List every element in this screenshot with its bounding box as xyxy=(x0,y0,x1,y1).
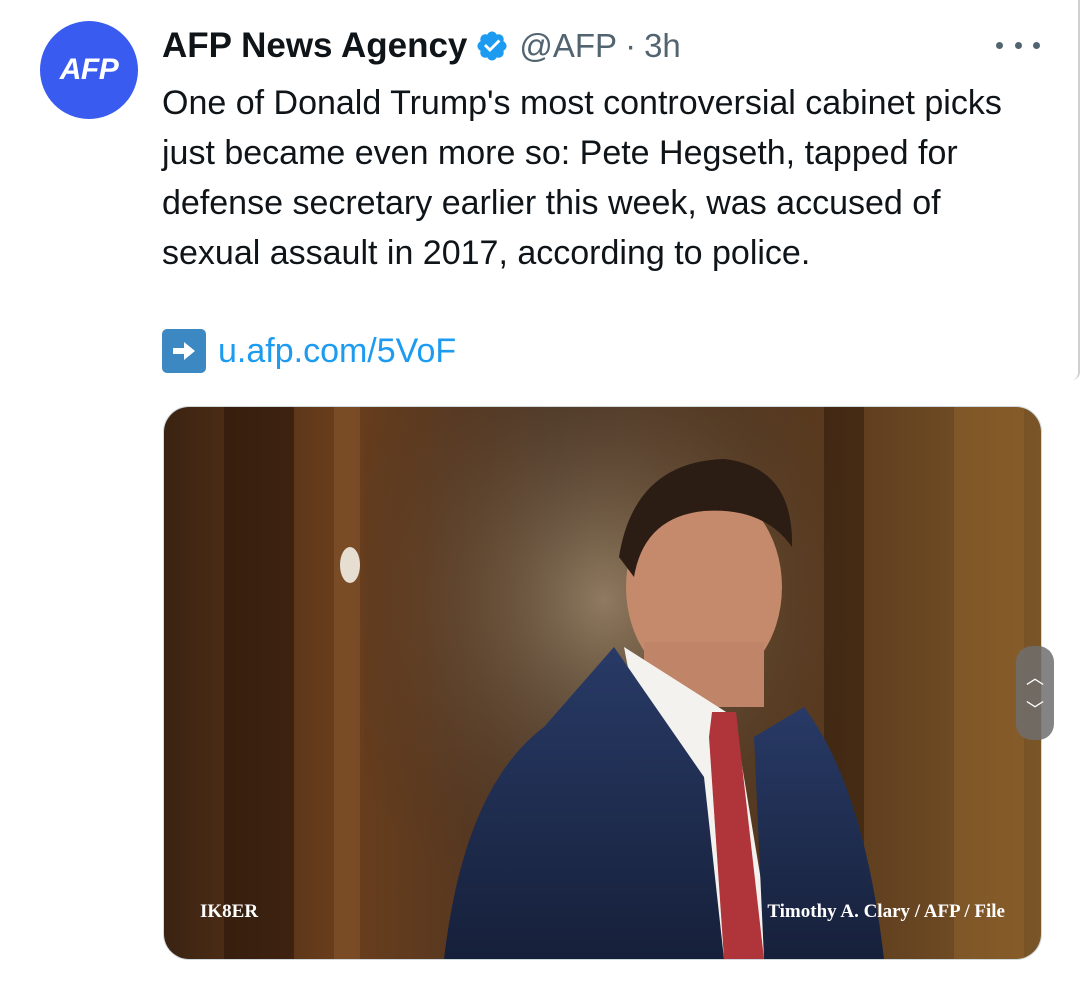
verified-badge-icon xyxy=(477,31,507,61)
avatar-label: AFP xyxy=(59,53,119,86)
tweet-card[interactable]: AFP AFP News Agency @AFP · 3h One of Don… xyxy=(0,0,1080,990)
tweet-link[interactable]: u.afp.com/5VoF xyxy=(218,332,456,371)
panel-edge xyxy=(1072,0,1080,380)
chevron-up-icon[interactable]: ︿ xyxy=(1026,664,1044,690)
photo xyxy=(164,407,1041,959)
author-name[interactable]: AFP News Agency xyxy=(162,26,467,66)
more-horizontal-icon[interactable] xyxy=(996,30,1040,60)
avatar[interactable]: AFP xyxy=(40,21,138,119)
author-handle[interactable]: @AFP xyxy=(519,27,617,65)
photo-credit-right: Timothy A. Clary / AFP / File xyxy=(767,901,1005,922)
chevron-down-icon[interactable]: ﹀ xyxy=(1026,696,1044,722)
photo-credit-left: IK8ER xyxy=(200,901,259,922)
scroll-control[interactable]: ︿ ﹀ xyxy=(1016,646,1054,740)
tweet-media-image[interactable]: IK8ER Timothy A. Clary / AFP / File xyxy=(163,406,1042,960)
right-arrow-icon xyxy=(162,329,206,373)
timestamp[interactable]: 3h xyxy=(644,27,681,65)
tweet-text: One of Donald Trump's most controversial… xyxy=(162,84,1002,272)
separator-dot: · xyxy=(625,27,637,64)
tweet-header: AFP News Agency @AFP · 3h xyxy=(162,24,681,68)
link-row: u.afp.com/5VoF xyxy=(162,326,456,376)
